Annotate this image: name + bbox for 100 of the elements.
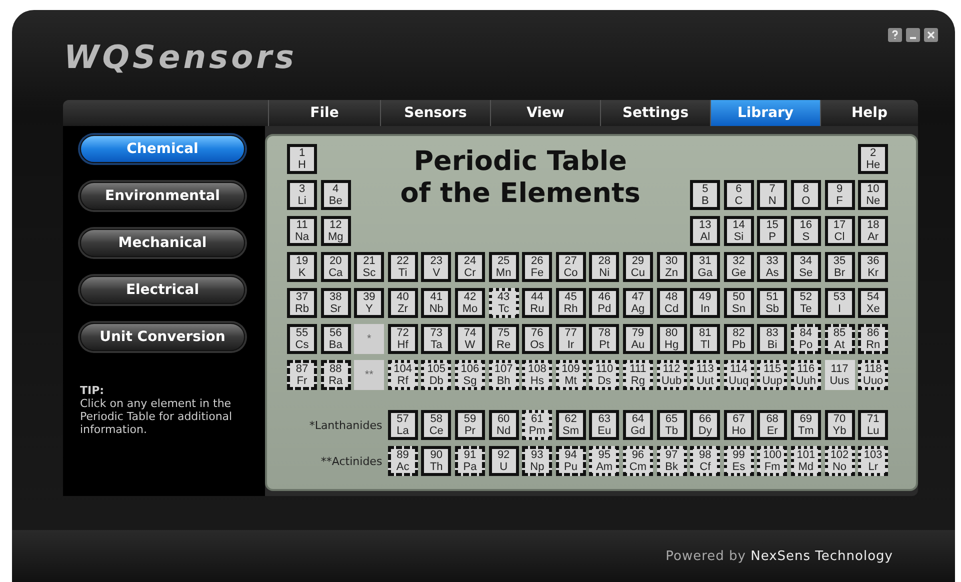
- element-cell[interactable]: 58 Ce: [421, 410, 452, 440]
- element-cell[interactable]: 35 Br: [824, 252, 854, 282]
- element-cell[interactable]: 22 Ti: [388, 252, 418, 282]
- element-cell[interactable]: 60 Nd: [488, 410, 519, 440]
- element-cell[interactable]: 2 He: [858, 144, 888, 174]
- element-cell[interactable]: 4 Be: [320, 180, 351, 210]
- element-cell[interactable]: 46 Pd: [589, 288, 620, 318]
- element-cell[interactable]: 116 Uuh: [790, 360, 821, 390]
- element-cell[interactable]: 68 Er: [757, 410, 788, 440]
- element-cell[interactable]: 67 Ho: [724, 410, 754, 440]
- element-cell[interactable]: 76 Os: [522, 324, 552, 354]
- element-cell[interactable]: 27 Co: [556, 252, 586, 282]
- category-button[interactable]: Chemical: [80, 135, 245, 163]
- element-cell[interactable]: 53 I: [824, 288, 854, 318]
- element-cell[interactable]: 113 Uut: [690, 360, 720, 390]
- element-cell[interactable]: 47 Ag: [622, 288, 653, 318]
- menu-tab[interactable]: Library: [710, 100, 820, 126]
- element-cell[interactable]: 114 Uuq: [724, 360, 754, 390]
- element-cell[interactable]: 12 Mg: [320, 216, 351, 246]
- element-cell[interactable]: 40 Zr: [388, 288, 418, 318]
- element-cell[interactable]: 118 Uuo: [858, 360, 888, 390]
- element-cell[interactable]: 5 B: [690, 180, 720, 210]
- element-cell[interactable]: 108 Hs: [522, 360, 552, 390]
- element-cell[interactable]: 89 Ac: [388, 446, 418, 476]
- element-cell[interactable]: 8 O: [790, 180, 821, 210]
- element-cell[interactable]: 72 Hf: [388, 324, 418, 354]
- element-cell[interactable]: 74 W: [454, 324, 485, 354]
- element-cell[interactable]: 107 Bh: [488, 360, 519, 390]
- element-cell[interactable]: 78 Pt: [589, 324, 620, 354]
- element-cell[interactable]: 115 Uup: [757, 360, 788, 390]
- element-cell[interactable]: 75 Re: [488, 324, 519, 354]
- element-cell[interactable]: 57 La: [388, 410, 418, 440]
- element-cell[interactable]: 14 Si: [724, 216, 754, 246]
- element-cell[interactable]: 117 Uus: [824, 360, 854, 390]
- element-cell[interactable]: 65 Tb: [656, 410, 687, 440]
- element-cell[interactable]: 73 Ta: [421, 324, 452, 354]
- element-cell[interactable]: 94 Pu: [556, 446, 586, 476]
- element-cell[interactable]: 9 F: [824, 180, 854, 210]
- element-cell[interactable]: 105 Db: [421, 360, 452, 390]
- element-cell[interactable]: 41 Nb: [421, 288, 452, 318]
- element-cell[interactable]: 39 Y: [354, 288, 384, 318]
- element-cell[interactable]: 95 Am: [589, 446, 620, 476]
- element-cell[interactable]: 48 Cd: [656, 288, 687, 318]
- element-cell[interactable]: 66 Dy: [690, 410, 720, 440]
- category-button[interactable]: Mechanical: [80, 229, 245, 257]
- element-cell[interactable]: 92 U: [488, 446, 519, 476]
- element-cell[interactable]: 29 Cu: [622, 252, 653, 282]
- element-cell[interactable]: 45 Rh: [556, 288, 586, 318]
- element-cell[interactable]: 90 Th: [421, 446, 452, 476]
- element-cell[interactable]: 106 Sg: [454, 360, 485, 390]
- element-cell[interactable]: 19 K: [287, 252, 317, 282]
- element-cell[interactable]: 28 Ni: [589, 252, 620, 282]
- element-cell[interactable]: 24 Cr: [454, 252, 485, 282]
- element-cell[interactable]: 103 Lr: [858, 446, 888, 476]
- element-cell[interactable]: 88 Ra: [320, 360, 351, 390]
- element-cell[interactable]: 96 Cm: [622, 446, 653, 476]
- element-cell[interactable]: 84 Po: [790, 324, 821, 354]
- element-cell[interactable]: 42 Mo: [454, 288, 485, 318]
- menu-tab[interactable]: Help: [820, 100, 918, 126]
- minimize-icon[interactable]: [906, 28, 920, 42]
- element-cell[interactable]: 102 No: [824, 446, 854, 476]
- element-cell[interactable]: 33 As: [757, 252, 788, 282]
- category-button[interactable]: Environmental: [80, 182, 245, 210]
- element-cell[interactable]: 70 Yb: [824, 410, 854, 440]
- element-cell[interactable]: 21 Sc: [354, 252, 384, 282]
- element-cell[interactable]: 63 Eu: [589, 410, 620, 440]
- element-cell[interactable]: 93 Np: [522, 446, 552, 476]
- element-cell[interactable]: 30 Zn: [656, 252, 687, 282]
- element-cell[interactable]: 49 In: [690, 288, 720, 318]
- element-cell[interactable]: 1 H: [287, 144, 317, 174]
- element-cell[interactable]: 109 Mt: [556, 360, 586, 390]
- category-button[interactable]: Electrical: [80, 276, 245, 304]
- element-cell[interactable]: 81 Tl: [690, 324, 720, 354]
- element-cell[interactable]: 36 Kr: [858, 252, 888, 282]
- element-cell[interactable]: 100 Fm: [757, 446, 788, 476]
- element-cell[interactable]: 59 Pr: [454, 410, 485, 440]
- element-cell[interactable]: 71 Lu: [858, 410, 888, 440]
- element-cell[interactable]: 34 Se: [790, 252, 821, 282]
- element-cell[interactable]: 44 Ru: [522, 288, 552, 318]
- element-cell[interactable]: 13 Al: [690, 216, 720, 246]
- element-cell[interactable]: 98 Cf: [690, 446, 720, 476]
- element-cell[interactable]: 17 Cl: [824, 216, 854, 246]
- element-cell[interactable]: 10 Ne: [858, 180, 888, 210]
- element-cell[interactable]: 15 P: [757, 216, 788, 246]
- element-cell[interactable]: 69 Tm: [790, 410, 821, 440]
- element-cell[interactable]: 110 Ds: [589, 360, 620, 390]
- element-cell[interactable]: 52 Te: [790, 288, 821, 318]
- element-cell[interactable]: 97 Bk: [656, 446, 687, 476]
- element-cell[interactable]: 23 V: [421, 252, 452, 282]
- element-cell[interactable]: 20 Ca: [320, 252, 351, 282]
- element-cell[interactable]: 83 Bi: [757, 324, 788, 354]
- element-cell[interactable]: 79 Au: [622, 324, 653, 354]
- element-cell[interactable]: 91 Pa: [454, 446, 485, 476]
- element-cell[interactable]: 82 Pb: [724, 324, 754, 354]
- element-cell[interactable]: 62 Sm: [556, 410, 586, 440]
- element-cell[interactable]: 112 Uub: [656, 360, 687, 390]
- element-cell[interactable]: 43 Tc: [488, 288, 519, 318]
- element-cell[interactable]: 38 Sr: [320, 288, 351, 318]
- help-icon[interactable]: [888, 28, 902, 42]
- element-cell[interactable]: 99 Es: [724, 446, 754, 476]
